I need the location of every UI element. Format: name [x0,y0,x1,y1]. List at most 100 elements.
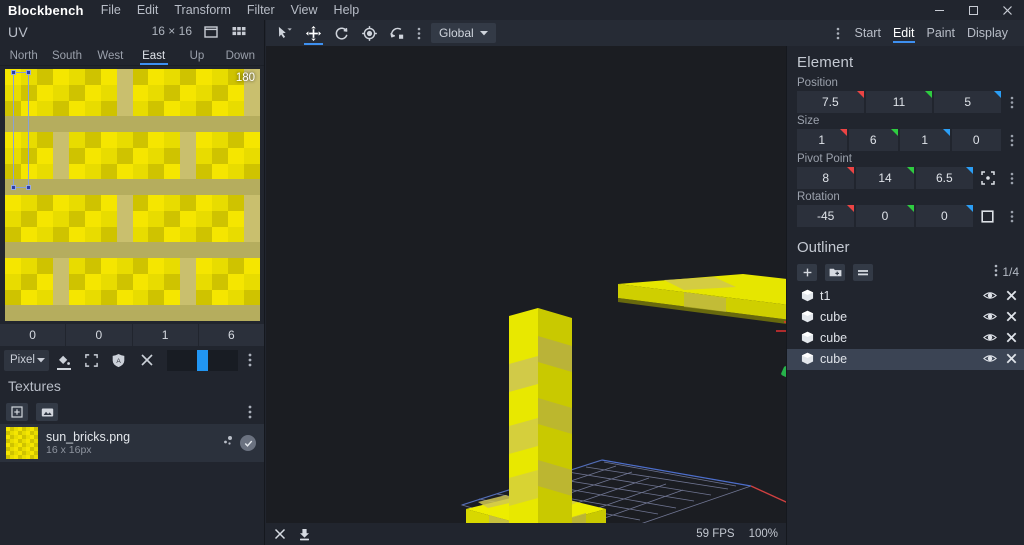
uv-handle-bottom-left[interactable] [11,185,16,190]
menu-transform[interactable]: Transform [166,0,239,20]
uv-value-x1[interactable]: 0 [0,324,66,346]
pivot-more-options-icon[interactable] [1003,172,1021,185]
menu-help[interactable]: Help [326,0,368,20]
outliner-item-t1[interactable]: t1 [787,286,1024,307]
remove-icon[interactable] [1006,311,1017,325]
uv-more-options-icon[interactable] [240,353,260,367]
move-tool-icon[interactable] [300,21,327,45]
uv-texture-canvas[interactable]: 180 [5,69,260,321]
texture-list-item[interactable]: sun_bricks.png 16 x 16px [0,424,264,462]
app-brand: Blockbench [8,2,84,18]
alpha-icon[interactable]: A [106,349,132,371]
visibility-icon[interactable] [983,290,997,304]
visibility-icon[interactable] [983,353,997,367]
list-options-icon[interactable] [853,263,873,281]
face-tab-down[interactable]: Down [219,50,262,65]
active-color-swatch[interactable] [197,349,209,371]
remove-icon[interactable] [1006,332,1017,346]
uv-value-x2[interactable]: 1 [132,324,198,346]
mode-more-options-icon[interactable] [831,27,845,40]
close-icon[interactable] [274,528,286,540]
position-more-options-icon[interactable] [1003,96,1021,109]
inflate-input[interactable]: 0 [951,129,1001,151]
pivot-x-input[interactable]: 8 [797,167,855,189]
menu-filter[interactable]: Filter [239,0,283,20]
texture-particle-icon[interactable] [221,434,234,452]
add-texture-icon[interactable] [6,403,28,421]
color-preview[interactable] [167,349,239,371]
resize-tool-icon[interactable] [384,21,411,45]
outliner-row-actions [983,353,1017,367]
right-panel: Element Position 7.5 11 5 Size 1 6 1 0 P… [786,20,1024,545]
tab-display[interactable]: Display [961,20,1014,46]
pivot-tool-icon[interactable] [356,21,383,45]
menu-edit[interactable]: Edit [129,0,167,20]
outliner-item-cube-1[interactable]: cube [787,307,1024,328]
texture-selected-icon[interactable] [240,435,256,451]
face-tab-south[interactable]: South [45,50,88,65]
pivot-y-input[interactable]: 14 [856,167,914,189]
3d-scene[interactable] [266,46,786,545]
center-pivot-icon[interactable] [975,167,1001,189]
uv-value-y2[interactable]: 6 [198,324,264,346]
rotation-x-input[interactable]: -45 [797,205,855,227]
maximize-icon[interactable] [956,0,990,20]
uv-handle-top-right[interactable] [26,70,31,75]
remove-icon[interactable] [1006,353,1017,367]
viewport-more-options-icon[interactable] [412,27,426,40]
transform-space-select[interactable]: Global [431,23,496,43]
face-tab-east[interactable]: East [132,50,175,65]
viewport-stats: 59 FPS 100% [696,528,778,540]
outliner-item-cube-2[interactable]: cube [787,328,1024,349]
size-x-input[interactable]: 1 [797,129,847,151]
rotation-more-options-icon[interactable] [1003,210,1021,223]
rotation-label: Rotation [797,191,840,203]
add-cube-icon[interactable] [797,263,817,281]
minimize-icon[interactable] [922,0,956,20]
pivot-z-input[interactable]: 6.5 [915,167,974,189]
remove-icon[interactable] [1006,290,1017,304]
uv-value-y1[interactable]: 0 [66,324,132,346]
face-tab-north[interactable]: North [2,50,45,65]
outliner-panel-title: Outliner [797,239,850,256]
add-group-icon[interactable] [825,263,845,281]
visibility-icon[interactable] [983,311,997,325]
position-y-input[interactable]: 11 [865,91,933,113]
uv-value-fields: 0 0 1 6 [0,324,264,346]
screenshot-icon[interactable] [298,528,311,541]
rotate-tool-icon[interactable] [328,21,355,45]
import-texture-icon[interactable] [36,403,58,421]
rotation-y-input[interactable]: 0 [856,205,914,227]
size-z-input[interactable]: 1 [900,129,950,151]
uv-grid-view-icon[interactable] [230,23,248,41]
tab-start[interactable]: Start [849,20,887,46]
size-y-input[interactable]: 6 [848,129,898,151]
fill-icon[interactable] [51,349,77,371]
titlebar: Blockbench File Edit Transform Filter Vi… [0,0,1024,20]
rotation-z-input[interactable]: 0 [915,205,974,227]
textures-more-options-icon[interactable] [240,405,260,419]
visibility-icon[interactable] [983,332,997,346]
uv-handle-top-left[interactable] [11,70,16,75]
texture-info: sun_bricks.png 16 x 16px [46,430,130,457]
outliner-more-options-icon[interactable] [994,264,998,280]
uv-single-view-icon[interactable] [202,23,220,41]
menu-view[interactable]: View [283,0,326,20]
menu-file[interactable]: File [93,0,129,20]
tab-edit[interactable]: Edit [887,20,921,46]
size-more-options-icon[interactable] [1003,134,1021,147]
face-tab-up[interactable]: Up [175,50,218,65]
outliner-item-cube-3[interactable]: cube [787,349,1024,370]
close-icon[interactable] [990,0,1024,20]
face-tab-west[interactable]: West [89,50,132,65]
clear-icon[interactable] [134,349,160,371]
resize-icon[interactable] [79,349,105,371]
tab-paint[interactable]: Paint [921,20,962,46]
select-tool-icon[interactable] [272,21,299,45]
uv-mode-select[interactable]: Pixel [4,349,49,371]
uv-handle-bottom-right[interactable] [26,185,31,190]
position-x-input[interactable]: 7.5 [797,91,864,113]
rotation-square-icon[interactable] [975,205,1001,227]
uv-selection-box[interactable] [11,70,31,190]
position-z-input[interactable]: 5 [934,91,1002,113]
